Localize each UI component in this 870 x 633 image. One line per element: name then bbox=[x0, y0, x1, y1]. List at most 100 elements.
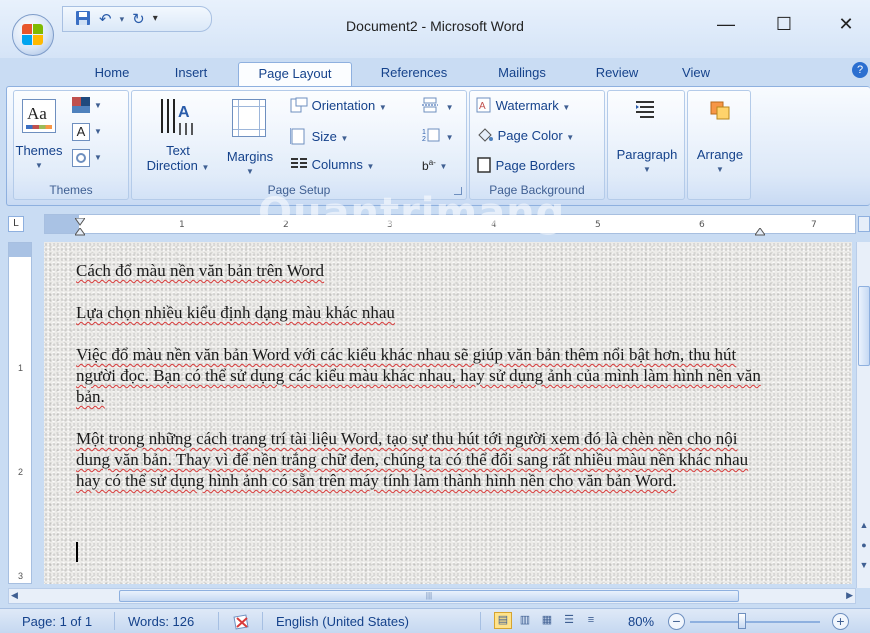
margins-button[interactable]: Margins ▼ bbox=[220, 149, 280, 179]
vertical-ruler-tick: 3 bbox=[18, 571, 24, 581]
print-layout-view-icon[interactable]: ▤ bbox=[494, 612, 512, 629]
svg-text:A: A bbox=[479, 101, 486, 112]
office-button[interactable] bbox=[12, 14, 54, 56]
arrange-button[interactable]: Arrange ▼ bbox=[688, 147, 752, 177]
tab-view[interactable]: View bbox=[670, 62, 722, 86]
tab-mailings[interactable]: Mailings bbox=[482, 62, 562, 86]
scroll-left-icon[interactable]: ◀ bbox=[11, 590, 18, 601]
right-indent-marker-icon[interactable] bbox=[754, 225, 766, 236]
paragraph-group: Paragraph ▼ bbox=[607, 90, 685, 200]
text-cursor bbox=[76, 542, 78, 562]
scroll-right-icon[interactable]: ▶ bbox=[846, 590, 853, 601]
office-logo-icon bbox=[22, 24, 44, 46]
page-color-button[interactable]: Page Color ▼ bbox=[476, 127, 574, 146]
word-count[interactable]: Words: 126 bbox=[128, 614, 194, 629]
zoom-slider-track[interactable] bbox=[690, 621, 820, 623]
orientation-label: Orientation bbox=[311, 97, 376, 113]
previous-page-icon[interactable]: ▲ bbox=[858, 518, 870, 532]
page-setup-group: A Text Direction ▼ Margins ▼ Orientation… bbox=[131, 90, 467, 200]
document-paragraph[interactable]: Cách đổ màu nền văn bản trên Word bbox=[76, 260, 766, 281]
svg-text:2: 2 bbox=[422, 136, 426, 143]
horizontal-scrollbar[interactable]: ◀ ||| ▶ bbox=[8, 588, 856, 604]
document-paragraph[interactable]: Lựa chọn nhiều kiểu định dạng màu khác n… bbox=[76, 302, 766, 323]
page-borders-button[interactable]: Page Borders bbox=[476, 157, 575, 176]
status-bar: Page: 1 of 1 Words: 126 English (United … bbox=[0, 608, 870, 633]
vertical-scrollbar-thumb[interactable] bbox=[858, 286, 870, 366]
columns-icon bbox=[290, 157, 308, 174]
tab-insert[interactable]: Insert bbox=[160, 62, 222, 86]
vertical-scrollbar[interactable]: ▲ ● ▼ bbox=[856, 242, 870, 588]
zoom-level[interactable]: 80% bbox=[628, 614, 654, 629]
text-direction-label-1: Text bbox=[166, 143, 190, 158]
line-numbers-icon: 12 bbox=[422, 127, 442, 146]
page-background-group: A Watermark ▼ Page Color ▼ Page Borders … bbox=[469, 90, 605, 200]
orientation-button[interactable]: Orientation ▼ bbox=[290, 97, 387, 116]
arrange-label: Arrange bbox=[696, 147, 744, 162]
tab-page-layout[interactable]: Page Layout bbox=[238, 62, 352, 86]
help-icon[interactable]: ? bbox=[852, 62, 868, 78]
size-button[interactable]: Size ▼ bbox=[289, 127, 348, 148]
status-separator bbox=[480, 612, 481, 630]
themes-dropdown-icon[interactable]: ▼ bbox=[35, 161, 43, 170]
theme-colors-icon[interactable] bbox=[72, 97, 92, 115]
watermark-icon: A bbox=[476, 97, 492, 116]
columns-button[interactable]: Columns ▼ bbox=[290, 157, 374, 174]
zoom-out-button[interactable]: − bbox=[668, 613, 685, 630]
theme-fonts-icon[interactable]: A bbox=[72, 123, 90, 141]
hanging-indent-marker-icon[interactable] bbox=[74, 225, 86, 236]
first-line-indent-marker-icon[interactable] bbox=[74, 215, 86, 226]
select-browse-object-icon[interactable]: ● bbox=[858, 538, 870, 552]
page-color-icon bbox=[476, 127, 494, 146]
text-direction-button[interactable]: Text Direction ▼ bbox=[138, 143, 218, 175]
zoom-slider-thumb[interactable] bbox=[738, 613, 746, 629]
tab-references[interactable]: References bbox=[368, 62, 460, 86]
tab-home[interactable]: Home bbox=[84, 62, 140, 86]
breaks-button[interactable]: ▼ bbox=[422, 97, 454, 116]
theme-effects-icon[interactable] bbox=[72, 149, 90, 167]
vertical-ruler[interactable]: 1 2 3 bbox=[8, 242, 32, 584]
paragraph-button[interactable]: Paragraph ▼ bbox=[608, 147, 686, 177]
minimize-button[interactable]: — bbox=[706, 10, 746, 38]
title-bar: ↶ ▾ ↻ ▾ Document2 - Microsoft Word — ☐ ✕ bbox=[0, 0, 870, 58]
maximize-button[interactable]: ☐ bbox=[764, 10, 804, 38]
ribbon-tabs: Home Insert Page Layout References Maili… bbox=[0, 58, 870, 86]
horizontal-scrollbar-thumb[interactable]: ||| bbox=[119, 590, 739, 602]
full-screen-reading-view-icon[interactable]: ▥ bbox=[516, 612, 534, 629]
ruler-tick: 5 bbox=[595, 220, 601, 230]
text-direction-icon: A bbox=[156, 97, 200, 137]
margins-icon bbox=[232, 99, 266, 137]
ruler-left-margin bbox=[45, 215, 79, 233]
columns-label: Columns bbox=[311, 157, 363, 172]
close-button[interactable]: ✕ bbox=[826, 10, 866, 38]
vertical-ruler-tick: 2 bbox=[18, 467, 24, 477]
line-numbers-button[interactable]: 12 ▼ bbox=[422, 127, 454, 146]
themes-group-label: Themes bbox=[49, 183, 93, 197]
ribbon: Aa Themes ▼ A ▼ ▼ ▼ Themes A Text Direct… bbox=[6, 86, 870, 206]
page-color-label: Page Color bbox=[497, 127, 563, 143]
arrange-group: Arrange ▼ bbox=[687, 90, 751, 200]
watermark-label: Watermark bbox=[495, 97, 559, 113]
document-paragraph[interactable]: Việc đổ màu nền văn bản Word với các kiể… bbox=[76, 344, 766, 407]
page-count[interactable]: Page: 1 of 1 bbox=[22, 614, 92, 629]
document-body[interactable]: Cách đổ màu nền văn bản trên Word Lựa ch… bbox=[76, 260, 766, 491]
watermark-button[interactable]: A Watermark ▼ bbox=[476, 97, 570, 116]
document-paragraph[interactable]: Một trong những cách trang trí tài liệu … bbox=[76, 428, 766, 491]
zoom-in-button[interactable]: + bbox=[832, 613, 849, 630]
proofing-errors-icon[interactable] bbox=[232, 614, 252, 633]
web-layout-view-icon[interactable]: ▦ bbox=[538, 612, 556, 629]
draft-view-icon[interactable]: ≡ bbox=[582, 612, 600, 629]
view-ruler-icon[interactable] bbox=[858, 216, 870, 232]
outline-view-icon[interactable]: ☰ bbox=[560, 612, 578, 629]
size-icon bbox=[289, 127, 308, 148]
tab-review[interactable]: Review bbox=[584, 62, 650, 86]
vertical-ruler-top-margin bbox=[9, 243, 31, 257]
site-watermark: Quantrimang bbox=[258, 190, 566, 236]
tab-selector-button[interactable]: L bbox=[8, 216, 24, 232]
hyphenation-button[interactable]: ba- ▼ bbox=[422, 157, 447, 173]
themes-icon: Aa bbox=[22, 99, 56, 133]
next-page-icon[interactable]: ▼ bbox=[858, 558, 870, 572]
document-page[interactable]: Cách đổ màu nền văn bản trên Word Lựa ch… bbox=[44, 242, 852, 584]
vertical-ruler-tick: 1 bbox=[18, 363, 24, 373]
themes-button[interactable]: Themes bbox=[14, 143, 64, 158]
language-indicator[interactable]: English (United States) bbox=[276, 614, 409, 629]
